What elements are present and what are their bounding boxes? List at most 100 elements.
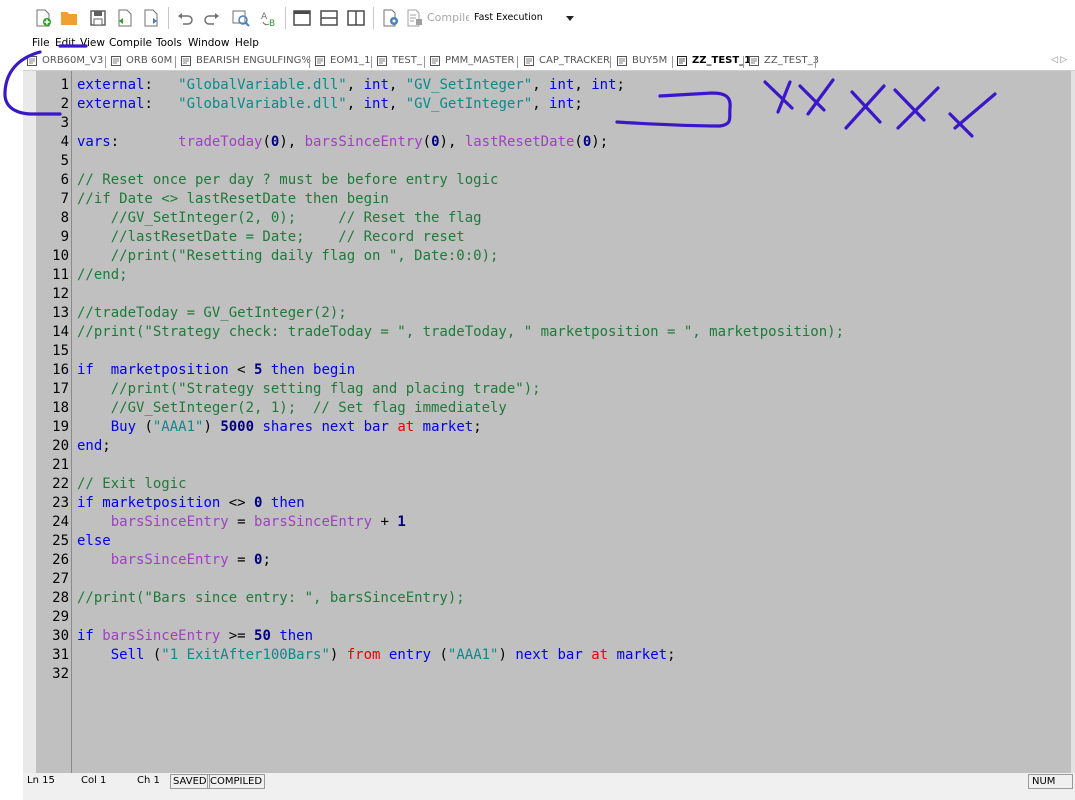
- code-line[interactable]: //print("Resetting daily flag on ", Date…: [77, 247, 499, 266]
- document-icon: [430, 56, 440, 66]
- window-single-icon[interactable]: [292, 8, 312, 28]
- code-token: (: [136, 419, 153, 435]
- code-line[interactable]: //print("Strategy check: tradeToday = ",…: [77, 323, 844, 342]
- code-line[interactable]: // Reset once per day ? must be before e…: [77, 171, 498, 190]
- document-icon: [749, 56, 759, 66]
- document-icon: [181, 56, 191, 66]
- code-token: marketposition: [110, 362, 229, 378]
- code-token: ,: [532, 77, 550, 93]
- code-token: ;: [473, 419, 482, 435]
- code-token: market: [616, 647, 668, 663]
- find-icon[interactable]: [231, 8, 251, 28]
- code-token: //if Date <> lastResetDate then begin: [77, 191, 389, 207]
- document-icon: [677, 56, 687, 66]
- tab-separator: [815, 56, 816, 68]
- line-number: 17: [52, 381, 69, 397]
- code-token: ,: [388, 96, 406, 112]
- menu-tools[interactable]: Tools: [156, 37, 182, 49]
- redo-icon[interactable]: [202, 8, 222, 28]
- code-token: //lastResetDate = Date; // Record reset: [77, 229, 465, 245]
- import-icon[interactable]: [115, 8, 135, 28]
- status-saved: SAVED: [170, 774, 210, 789]
- code-area[interactable]: external: "GlobalVariable.dll", int, "GV…: [77, 71, 1075, 773]
- compile-icon[interactable]: [405, 8, 425, 28]
- undo-icon[interactable]: [175, 8, 195, 28]
- code-line[interactable]: Sell ("1 ExitAfter100Bars") from entry (…: [77, 646, 676, 665]
- line-number: 4: [60, 134, 69, 150]
- line-number: 13: [52, 305, 69, 321]
- tab-separator: [371, 56, 372, 68]
- code-token: "1 ExitAfter100Bars": [161, 647, 330, 663]
- execution-mode-dropdown[interactable]: Fast Execution: [469, 9, 577, 27]
- tab-label: ORB 60M: [126, 55, 173, 66]
- code-line[interactable]: //lastResetDate = Date; // Record reset: [77, 228, 465, 247]
- code-line[interactable]: else: [77, 532, 111, 551]
- code-token: <>: [220, 495, 255, 511]
- code-line[interactable]: //print("Strategy setting flag and placi…: [77, 380, 541, 399]
- code-token: );: [591, 134, 609, 150]
- code-line[interactable]: external: "GlobalVariable.dll", int, "GV…: [77, 76, 625, 95]
- line-number: 29: [52, 609, 69, 625]
- split-horizontal-icon[interactable]: [319, 8, 339, 28]
- line-number: 31: [52, 647, 69, 663]
- compile-label[interactable]: Compile: [427, 11, 472, 24]
- code-token: 0: [431, 134, 440, 150]
- code-line[interactable]: //GV_SetInteger(2, 0); // Reset the flag: [77, 209, 482, 228]
- menu-view[interactable]: View: [80, 37, 105, 49]
- code-token: //print("Strategy setting flag and placi…: [77, 381, 541, 397]
- tab-separator: [175, 56, 176, 68]
- code-line[interactable]: barsSinceEntry = 0;: [77, 551, 271, 570]
- code-line[interactable]: if barsSinceEntry >= 50 then: [77, 627, 313, 646]
- document-icon: [111, 56, 121, 66]
- tab-separator: [424, 56, 425, 68]
- code-token: (: [574, 134, 583, 150]
- code-line[interactable]: vars: tradeToday(0), barsSinceEntry(0), …: [77, 133, 608, 152]
- menu-help[interactable]: Help: [235, 37, 259, 49]
- code-token: then: [270, 495, 305, 511]
- code-line[interactable]: //if Date <> lastResetDate then begin: [77, 190, 389, 209]
- code-token: shares next bar: [262, 419, 389, 435]
- code-line[interactable]: end;: [77, 437, 111, 456]
- menu-edit[interactable]: Edit: [55, 37, 75, 49]
- code-line[interactable]: external: "GlobalVariable.dll", int, "GV…: [77, 95, 583, 114]
- code-line[interactable]: Buy ("AAA1") 5000 shares next bar at mar…: [77, 418, 482, 437]
- code-line[interactable]: // Exit logic: [77, 475, 187, 494]
- tab-separator: [309, 56, 310, 68]
- menu-compile[interactable]: Compile: [109, 37, 152, 49]
- code-line[interactable]: //tradeToday = GV_GetInteger(2);: [77, 304, 347, 323]
- document-icon: [315, 56, 325, 66]
- code-line[interactable]: if marketposition <> 0 then: [77, 494, 305, 513]
- code-token: from: [346, 647, 381, 663]
- new-file-icon[interactable]: [33, 8, 53, 28]
- document-icon: [524, 56, 534, 66]
- code-line[interactable]: //print("Bars since entry: ", barsSinceE…: [77, 589, 465, 608]
- line-number: 19: [52, 419, 69, 435]
- code-line[interactable]: //end;: [77, 266, 128, 285]
- replace-icon[interactable]: AB: [259, 8, 279, 28]
- vertical-scrollbar[interactable]: [1071, 71, 1075, 773]
- save-icon[interactable]: [88, 8, 108, 28]
- toolbar-separator: [373, 7, 374, 29]
- code-token: barsSinceEntry: [304, 134, 423, 150]
- status-bar: Ln 15 Col 1 Ch 1 SAVED COMPILED NUM: [23, 773, 1075, 800]
- tab-scroll-arrows-icon[interactable]: ◁▷: [1051, 55, 1069, 65]
- code-token: lastResetDate: [464, 134, 575, 150]
- code-token: "GlobalVariable.dll": [178, 77, 347, 93]
- properties-icon[interactable]: [381, 8, 401, 28]
- code-token: ,: [574, 77, 592, 93]
- menu-file[interactable]: File: [32, 37, 50, 49]
- code-line[interactable]: if marketposition < 5 then begin: [77, 361, 355, 380]
- split-vertical-icon[interactable]: [346, 8, 366, 28]
- code-token: =: [228, 552, 255, 568]
- code-editor[interactable]: 1 2 3 4 5 6 7 8 9 10 11 12 13 14 15 16 17 18 19 20 21 22 23 24 2…: [23, 71, 1075, 773]
- tab-label: EOM1_1: [330, 55, 371, 66]
- code-line[interactable]: barsSinceEntry = barsSinceEntry + 1: [77, 513, 406, 532]
- open-folder-icon[interactable]: [59, 8, 79, 28]
- code-token: ;: [667, 647, 676, 663]
- code-token: +: [372, 514, 398, 530]
- code-token: ,: [388, 77, 406, 93]
- export-icon[interactable]: [141, 8, 161, 28]
- code-token: >=: [220, 628, 255, 644]
- menu-window[interactable]: Window: [188, 37, 229, 49]
- code-line[interactable]: //GV_SetInteger(2, 1); // Set flag immed…: [77, 399, 507, 418]
